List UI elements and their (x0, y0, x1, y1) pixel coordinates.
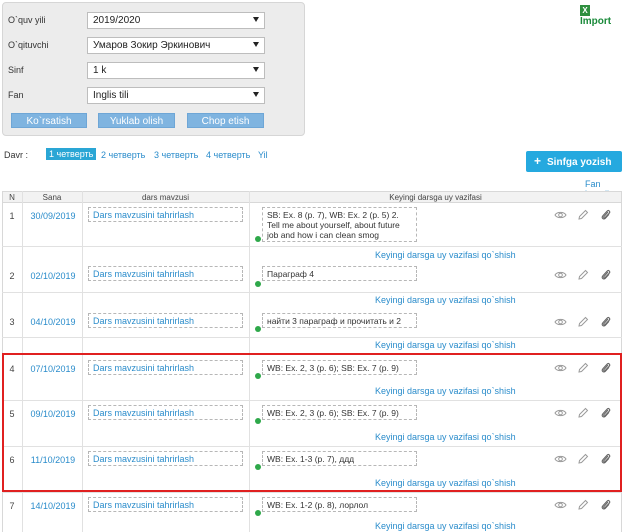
view-eye-icon[interactable] (554, 269, 567, 281)
print-button[interactable]: Chop etish (187, 113, 264, 128)
download-button[interactable]: Yuklab olish (98, 113, 175, 128)
edit-topic-field[interactable]: Dars mavzusini tahrirlash (88, 313, 243, 328)
highlight-box (2, 353, 622, 492)
lesson-date-link[interactable]: 02/10/2019 (24, 271, 82, 281)
filter-label-subject: Fan (8, 90, 24, 100)
edit-topic-field[interactable]: Dars mavzusini tahrirlash (88, 266, 243, 281)
edit-pencil-icon[interactable] (577, 269, 589, 281)
add-homework-link[interactable]: Keyingi darsga uy vazifasi qo`shish (375, 521, 516, 531)
attachment-clip-icon[interactable] (600, 269, 612, 281)
view-eye-icon[interactable] (554, 316, 567, 328)
attachment-clip-icon[interactable] (600, 499, 612, 511)
lesson-date-link[interactable]: 30/09/2019 (24, 211, 82, 221)
view-eye-icon[interactable] (554, 209, 567, 221)
tab-period-2[interactable]: 2 четверть (101, 150, 145, 160)
tab-period-3[interactable]: 3 четверть (154, 150, 198, 160)
filter-label-teacher: O`qituvchi (8, 40, 49, 50)
status-dot (255, 236, 261, 242)
homework-field[interactable]: SB: Ex. 8 (p. 7), WB: Ex. 2 (p. 5) 2. Te… (262, 207, 417, 242)
excel-icon: X (580, 5, 590, 16)
teacher-select[interactable]: Умаров Зокир Эркинович (87, 37, 265, 54)
row-number: 2 (9, 271, 15, 281)
period-label: Davr : (4, 150, 29, 160)
chevron-down-icon (253, 42, 259, 47)
row-divider (2, 292, 622, 293)
view-eye-icon[interactable] (554, 499, 567, 511)
col-header-date: Sana (42, 193, 62, 202)
lesson-date-link[interactable]: 14/10/2019 (24, 501, 82, 511)
status-dot (255, 281, 261, 287)
row-divider (2, 246, 622, 247)
edit-pencil-icon[interactable] (577, 316, 589, 328)
col-header-n: N (9, 193, 15, 202)
filter-label-year: O`quv yili (8, 15, 46, 25)
tab-year[interactable]: Yil (258, 150, 268, 160)
homework-field[interactable]: WB: Ex. 1-2 (p. 8), лорлол (262, 497, 417, 512)
row-number: 7 (9, 501, 15, 511)
chevron-down-icon (253, 92, 259, 97)
lesson-date-link[interactable]: 04/10/2019 (24, 317, 82, 327)
row-divider (2, 337, 622, 338)
show-button[interactable]: Ko`rsatish (11, 113, 87, 128)
subject-select[interactable]: Inglis tili (87, 87, 265, 104)
col-header-topic: dars mavzusi (141, 193, 190, 202)
col-header-homework: Keyingi darsga uy vazifasi (389, 193, 482, 202)
year-select[interactable]: 2019/2020 (87, 12, 265, 29)
edit-pencil-icon[interactable] (577, 499, 589, 511)
class-select[interactable]: 1 k (87, 62, 265, 79)
tab-period-4[interactable]: 4 четверть (206, 150, 250, 160)
add-to-class-button[interactable]: + Sinfga yozish (526, 151, 622, 172)
tab-period-1[interactable]: 1 четверть (46, 148, 97, 160)
row-divider (2, 492, 622, 493)
add-homework-link[interactable]: Keyingi darsga uy vazifasi qo`shish (375, 250, 516, 260)
row-number: 1 (9, 211, 15, 221)
status-dot (255, 326, 261, 332)
status-dot (255, 510, 261, 516)
chevron-down-icon (253, 67, 259, 72)
edit-topic-field[interactable]: Dars mavzusini tahrirlash (88, 207, 243, 222)
chevron-down-icon (253, 17, 259, 22)
attachment-clip-icon[interactable] (600, 316, 612, 328)
edit-topic-field[interactable]: Dars mavzusini tahrirlash (88, 497, 243, 512)
import-button[interactable]: XImport (580, 4, 624, 27)
homework-field[interactable]: Параграф 4 (262, 266, 417, 281)
attachment-clip-icon[interactable] (600, 209, 612, 221)
plus-icon: + (534, 154, 542, 168)
homework-field[interactable]: найти 3 параграф и прочитать и 2 (262, 313, 417, 328)
edit-pencil-icon[interactable] (577, 209, 589, 221)
add-homework-link[interactable]: Keyingi darsga uy vazifasi qo`shish (375, 295, 516, 305)
row-number: 3 (9, 317, 15, 327)
add-homework-link[interactable]: Keyingi darsga uy vazifasi qo`shish (375, 340, 516, 350)
filter-label-class: Sinf (8, 65, 24, 75)
